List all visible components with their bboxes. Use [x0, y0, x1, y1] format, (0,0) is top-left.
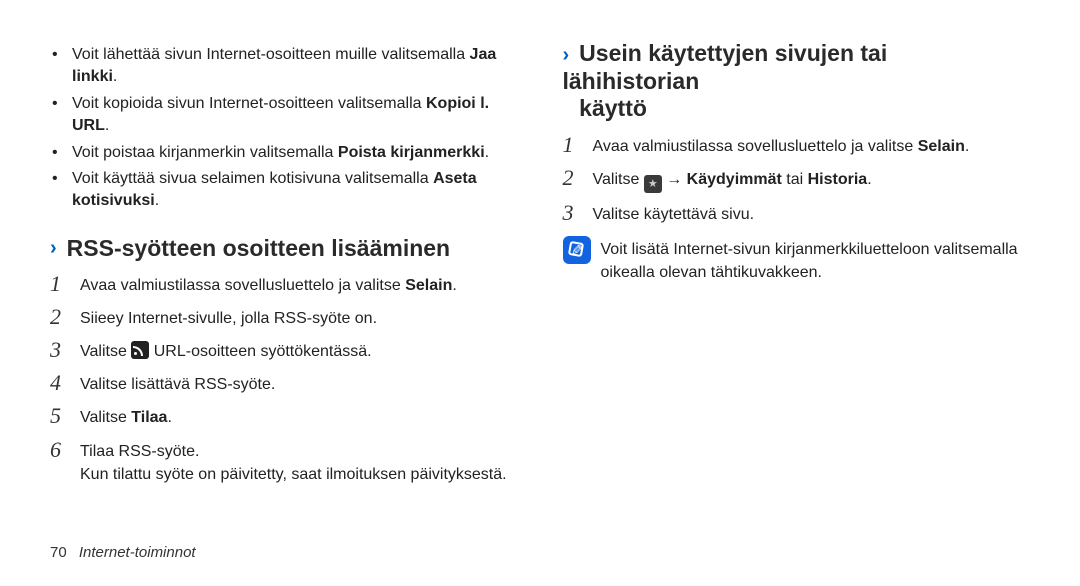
bullet-marker: •: [50, 93, 72, 115]
bullet-item: • Voit lähettää sivun Internet-osoitteen…: [50, 44, 518, 89]
step-text: Valitse Tilaa.: [80, 404, 518, 429]
step-text: Valitse käytettävä sivu.: [593, 201, 1031, 226]
step-text: Avaa valmiustilassa sovellusluettelo ja …: [593, 133, 1031, 158]
note-text: Voit lisätä Internet-sivun kirjanmerkkil…: [601, 236, 1031, 284]
note-block: Voit lisätä Internet-sivun kirjanmerkkil…: [563, 236, 1031, 284]
star-icon: [644, 175, 662, 193]
step-item: 2 Siieey Internet-sivulle, jolla RSS-syö…: [50, 305, 518, 330]
step-text: Tilaa RSS-syöte. Kun tilattu syöte on pä…: [80, 438, 518, 486]
step-number: 3: [50, 338, 80, 362]
step-text: Siieey Internet-sivulle, jolla RSS-syöte…: [80, 305, 518, 330]
step-number: 5: [50, 404, 80, 428]
chevron-icon: ›: [50, 237, 57, 260]
step-text: Valitse lisättävä RSS-syöte.: [80, 371, 518, 396]
step-number: 1: [50, 272, 80, 296]
step-number: 3: [563, 201, 593, 225]
bullet-item: • Voit kopioida sivun Internet-osoitteen…: [50, 93, 518, 138]
page-footer: 70 Internet-toiminnot: [50, 544, 196, 561]
step-text: Valitse → Käydyimmät tai Historia.: [593, 166, 1031, 193]
section-rss-header: › RSS-syötteen osoitteen lisääminen: [50, 235, 518, 262]
bullet-marker: •: [50, 142, 72, 164]
step-text: Avaa valmiustilassa sovellusluettelo ja …: [80, 272, 518, 297]
section-history-title-l1: Usein käytettyjen sivujen tai lähihistor…: [563, 40, 888, 94]
step-item: 2 Valitse → Käydyimmät tai Historia.: [563, 166, 1031, 193]
step-number: 1: [563, 133, 593, 157]
step-item: 6 Tilaa RSS-syöte. Kun tilattu syöte on …: [50, 438, 518, 486]
section-rss-title: RSS-syötteen osoitteen lisääminen: [67, 235, 450, 262]
page-number: 70: [50, 544, 67, 561]
step-item: 1 Avaa valmiustilassa sovellusluettelo j…: [563, 133, 1031, 158]
bullet-text: Voit poistaa kirjanmerkin valitsemalla P…: [72, 142, 518, 164]
step-item: 4 Valitse lisättävä RSS-syöte.: [50, 371, 518, 396]
bullet-marker: •: [50, 168, 72, 190]
chevron-icon: ›: [563, 44, 570, 66]
footer-title: Internet-toiminnot: [79, 544, 196, 561]
step-number: 4: [50, 371, 80, 395]
step-item: 1 Avaa valmiustilassa sovellusluettelo j…: [50, 272, 518, 297]
step-number: 6: [50, 438, 80, 462]
step-item: 3 Valitse käytettävä sivu.: [563, 201, 1031, 226]
section-history-header: ›Usein käytettyjen sivujen tai lähihisto…: [563, 40, 1031, 123]
bullet-item: • Voit käyttää sivua selaimen kotisivuna…: [50, 168, 518, 213]
page-body: • Voit lähettää sivun Internet-osoitteen…: [0, 0, 1080, 500]
bullet-text: Voit kopioida sivun Internet-osoitteen v…: [72, 93, 518, 138]
rss-icon: [131, 341, 149, 359]
bullet-marker: •: [50, 44, 72, 66]
step-number: 2: [563, 166, 593, 190]
step-item: 3 Valitse URL-osoitteen syöttökentässä.: [50, 338, 518, 363]
step-number: 2: [50, 305, 80, 329]
step-text: Valitse URL-osoitteen syöttökentässä.: [80, 338, 518, 363]
step-item: 5 Valitse Tilaa.: [50, 404, 518, 429]
bullet-text: Voit käyttää sivua selaimen kotisivuna v…: [72, 168, 518, 213]
section-history-title-l2: käyttö: [579, 95, 647, 121]
bullet-text: Voit lähettää sivun Internet-osoitteen m…: [72, 44, 518, 89]
bullet-item: • Voit poistaa kirjanmerkin valitsemalla…: [50, 142, 518, 164]
note-icon: [563, 236, 591, 264]
